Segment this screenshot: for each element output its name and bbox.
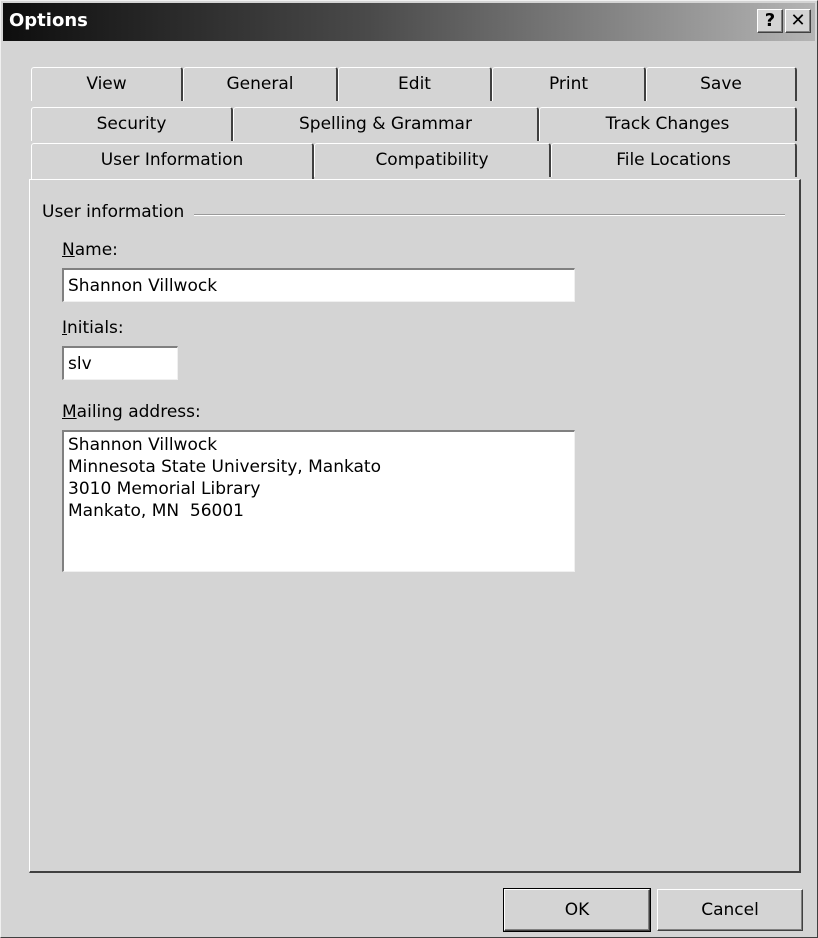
tab-track-changes[interactable]: Track Changes [539,107,797,141]
tab-file-locations[interactable]: File Locations [551,143,797,177]
initials-label-text: nitials: [67,318,124,338]
options-dialog: Options ? ✕ View General Edit Print Save… [0,0,818,938]
tab-save[interactable]: Save [646,67,797,101]
name-label-accelerator: N [62,240,75,260]
cancel-button[interactable]: Cancel [657,889,803,931]
name-label-text: ame: [74,240,118,260]
mailing-address-field[interactable]: Shannon Villwock Minnesota State Univers… [62,430,575,572]
tab-panel-user-information: User information Name: Initials: Mailing… [29,179,801,873]
initials-field[interactable] [62,346,178,380]
tab-security[interactable]: Security [31,107,233,141]
name-field[interactable] [62,268,575,302]
help-button[interactable]: ? [757,9,783,33]
tab-view[interactable]: View [31,67,183,101]
close-button[interactable]: ✕ [785,9,811,33]
ok-button[interactable]: OK [503,888,651,932]
tab-edit[interactable]: Edit [338,67,492,101]
mailing-address-label-accelerator: M [62,402,77,422]
mailing-address-label: Mailing address: [62,402,201,422]
name-label: Name: [62,240,118,260]
tab-print[interactable]: Print [492,67,646,101]
tab-general[interactable]: General [183,67,338,101]
tab-row-3: User Information Compatibility File Loca… [31,143,797,179]
tab-row-1: View General Edit Print Save [31,67,797,101]
tab-user-information[interactable]: User Information [31,143,314,179]
group-label-user-information: User information [42,202,195,222]
mailing-address-label-text: ailing address: [76,402,201,422]
tab-row-2: Security Spelling & Grammar Track Change… [31,107,797,141]
initials-label: Initials: [62,318,124,338]
title-bar[interactable]: Options ? ✕ [3,3,815,41]
tab-spelling-grammar[interactable]: Spelling & Grammar [233,107,539,141]
tab-compatibility[interactable]: Compatibility [314,143,551,177]
dialog-title: Options [9,10,88,31]
